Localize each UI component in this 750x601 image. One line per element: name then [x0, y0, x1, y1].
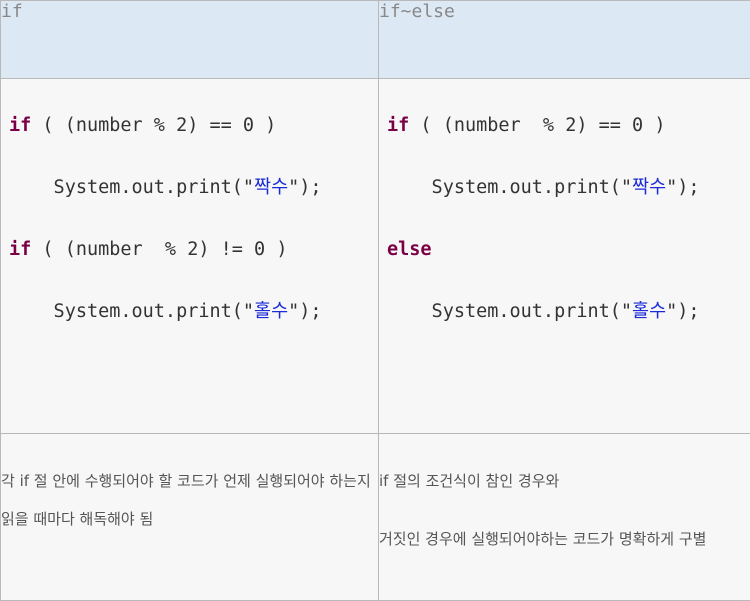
condition-text: ( (number % 2) == 0 )	[31, 115, 276, 136]
code-line: if ( (number % 2) == 0 )	[379, 95, 750, 157]
keyword-if: if	[9, 115, 31, 136]
print-call: System.out.print("	[9, 177, 254, 198]
code-line: else	[379, 219, 750, 281]
code-line: System.out.print("짝수");	[379, 157, 750, 219]
header-row: if if~else	[1, 1, 750, 79]
left-description-wrap: 각 if 절 안에 수행되어야 할 코드가 언제 실행되어야 하는지 읽을 때마…	[1, 434, 378, 538]
right-description-line-2: 거짓인 경우에 실행되어야하는 코드가 명확하게 구별	[379, 520, 750, 558]
string-literal: 홀수	[632, 301, 666, 322]
code-row: if ( (number % 2) == 0 ) System.out.prin…	[1, 79, 750, 434]
print-close: ");	[666, 177, 699, 198]
header-if: if	[1, 1, 379, 79]
keyword-if: if	[9, 239, 31, 260]
code-line: if ( (number % 2) != 0 )	[1, 219, 378, 281]
description-row: 각 if 절 안에 수행되어야 할 코드가 언제 실행되어야 하는지 읽을 때마…	[1, 434, 750, 601]
right-description: if 절의 조건식이 참인 경우와 거짓인 경우에 실행되어야하는 코드가 명확…	[379, 434, 750, 601]
left-description-text: 각 if 절 안에 수행되어야 할 코드가 언제 실행되어야 하는지 읽을 때마…	[1, 462, 378, 538]
code-line: if ( (number % 2) == 0 )	[1, 95, 378, 157]
code-line: System.out.print("홀수");	[379, 281, 750, 343]
string-literal: 짝수	[254, 177, 288, 198]
print-close: ");	[288, 301, 321, 322]
header-if-else: if~else	[379, 1, 750, 79]
left-code-block: if ( (number % 2) == 0 ) System.out.prin…	[1, 79, 379, 434]
right-code-block: if ( (number % 2) == 0 ) System.out.prin…	[379, 79, 750, 434]
right-description-wrap: if 절의 조건식이 참인 경우와 거짓인 경우에 실행되어야하는 코드가 명확…	[379, 434, 750, 558]
code-line: System.out.print("홀수");	[1, 281, 378, 343]
comparison-table: if if~else if ( (number % 2) == 0 ) Syst…	[0, 0, 750, 601]
code-line: System.out.print("짝수");	[1, 157, 378, 219]
left-description: 각 if 절 안에 수행되어야 할 코드가 언제 실행되어야 하는지 읽을 때마…	[1, 434, 379, 601]
print-close: ");	[288, 177, 321, 198]
condition-text: ( (number % 2) != 0 )	[31, 239, 287, 260]
print-call: System.out.print("	[9, 301, 254, 322]
print-call: System.out.print("	[387, 301, 632, 322]
string-literal: 짝수	[632, 177, 666, 198]
right-description-line-1: if 절의 조건식이 참인 경우와	[379, 462, 750, 500]
keyword-if: if	[387, 115, 409, 136]
condition-text: ( (number % 2) == 0 )	[409, 115, 665, 136]
string-literal: 홀수	[254, 301, 288, 322]
keyword-else: else	[387, 239, 432, 260]
print-call: System.out.print("	[387, 177, 632, 198]
print-close: ");	[666, 301, 699, 322]
spacer	[379, 500, 750, 520]
